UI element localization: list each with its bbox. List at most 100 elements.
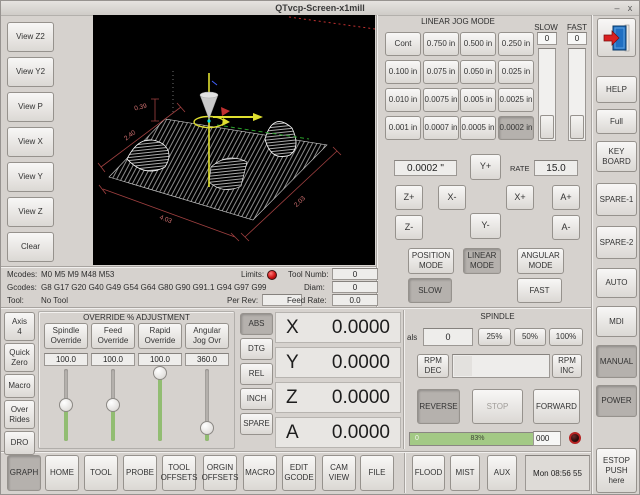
mdi-button[interactable]: MDI <box>596 306 637 337</box>
fast-spinbox[interactable]: 0 <box>567 32 587 45</box>
bottom-tab-orgin-offsets-button[interactable]: ORGIN OFFSETS <box>203 455 237 491</box>
bottom-tab-edit-gcode-button[interactable]: EDIT GCODE <box>282 455 316 491</box>
jog-increment-0-0025-in-button[interactable]: 0.0025 in <box>498 88 534 112</box>
spindle-100-button[interactable]: 100% <box>549 328 583 346</box>
override-spindle-override-button[interactable]: Spindle Override <box>44 323 88 349</box>
dro-tab-rel-button[interactable]: REL <box>240 363 273 385</box>
jog-x-plus-button[interactable]: X+ <box>506 185 534 210</box>
manual-button[interactable]: MANUAL <box>596 345 637 378</box>
slow-slider-label: SLOW <box>530 23 562 32</box>
spindle-25-button[interactable]: 25% <box>478 328 511 346</box>
jog-increment-0-750-in-button[interactable]: 0.750 in <box>423 32 459 56</box>
jog-increment-0-001-in-button[interactable]: 0.001 in <box>385 116 421 140</box>
spindle-reverse-button[interactable]: REVERSE <box>417 389 460 424</box>
jog-increment-0-500-in-button[interactable]: 0.500 in <box>460 32 496 56</box>
jog-increment-0-010-in-button[interactable]: 0.010 in <box>385 88 421 112</box>
separator <box>591 15 593 494</box>
fast-slider-handle[interactable] <box>570 115 584 139</box>
spare-2-button[interactable]: SPARE-2 <box>596 226 637 259</box>
tool-numb-field: 0 <box>332 268 378 280</box>
jog-increment-cont-button[interactable]: Cont <box>385 32 421 56</box>
jog-z-plus-button[interactable]: Z+ <box>395 185 423 210</box>
minimize-button[interactable]: – <box>611 1 623 15</box>
exit-button[interactable] <box>597 18 636 57</box>
side-tab-dro-button[interactable]: DRO <box>4 431 35 455</box>
auto-button[interactable]: AUTO <box>596 268 637 298</box>
jog-increment-0-0007-in-button[interactable]: 0.0007 in <box>423 116 459 140</box>
estop-button[interactable]: ESTOP PUSH here <box>596 448 637 493</box>
spare-1-button[interactable]: SPARE-1 <box>596 183 637 216</box>
jog-speed-fast-button[interactable]: FAST <box>517 278 562 303</box>
override-rapid-override-slider-handle[interactable] <box>153 366 167 380</box>
linear-mode-button[interactable]: LINEAR MODE <box>463 248 501 274</box>
gcode-graphics-view[interactable]: 0.39 2.40 4.03 2.03 <box>93 15 375 265</box>
view-button-view-y2[interactable]: View Y2 <box>7 57 54 87</box>
side-tab-macro-button[interactable]: Macro <box>4 374 35 398</box>
jog-increment-0-0002-in-button[interactable]: 0.0002 in <box>498 116 534 140</box>
override-angular-jog-ovr-button[interactable]: Angular Jog Ovr <box>185 323 229 349</box>
position-mode-button[interactable]: POSITION MODE <box>408 248 454 274</box>
jog-increment-0-0005-in-button[interactable]: 0.0005 in <box>460 116 496 140</box>
view-button-view-p[interactable]: View P <box>7 92 54 122</box>
bottom-tab-file-button[interactable]: FILE <box>360 455 394 491</box>
bottom-tab-cam-view-button[interactable]: CAM VIEW <box>322 455 356 491</box>
dro-tab-spare-button[interactable]: SPARE <box>240 413 273 435</box>
jog-a-plus-button[interactable]: A+ <box>552 185 580 210</box>
jog-y-minus-button[interactable]: Y- <box>470 213 501 239</box>
jog-increment-0-050-in-button[interactable]: 0.050 in <box>460 60 496 84</box>
spindle-stop-button[interactable]: STOP <box>472 389 523 424</box>
mist-button[interactable]: MIST <box>450 455 480 491</box>
spindle-rpm-spinbox[interactable]: 000 <box>533 431 561 446</box>
side-tab-over-rides-button[interactable]: Over Rides <box>4 400 35 429</box>
power-button[interactable]: POWER <box>596 385 637 417</box>
angular-mode-button[interactable]: ANGULAR MODE <box>517 248 564 274</box>
flood-button[interactable]: FLOOD <box>412 455 445 491</box>
bottom-tab-probe-button[interactable]: PROBE <box>123 455 157 491</box>
bottom-tab-macro-button[interactable]: MACRO <box>243 455 277 491</box>
override-rapid-override-button[interactable]: Rapid Override <box>138 323 182 349</box>
bottom-tab-home-button[interactable]: HOME <box>45 455 79 491</box>
jog-increment-0-250-in-button[interactable]: 0.250 in <box>498 32 534 56</box>
bottom-tab-graph-button[interactable]: GRAPH <box>7 455 41 491</box>
jog-increment-0-100-in-button[interactable]: 0.100 in <box>385 60 421 84</box>
full-button[interactable]: Full <box>596 109 637 134</box>
jog-increment-0-025-in-button[interactable]: 0.025 in <box>498 60 534 84</box>
key-board-button[interactable]: KEY BOARD <box>596 141 637 172</box>
view-button-view-y[interactable]: View Y <box>7 162 54 192</box>
jog-increment-0-005-in-button[interactable]: 0.005 in <box>460 88 496 112</box>
jog-increment-0-075-in-button[interactable]: 0.075 in <box>423 60 459 84</box>
jog-increment-0-0075-in-button[interactable]: 0.0075 in <box>423 88 459 112</box>
rpm-inc-button[interactable]: RPM INC <box>552 354 582 378</box>
jog-speed-slow-button[interactable]: SLOW <box>408 278 452 303</box>
help-button[interactable]: HELP <box>596 76 637 103</box>
dro-axis-letter: Z <box>286 387 298 409</box>
override-feed-override-slider-handle[interactable] <box>106 398 120 412</box>
diam-field: 0 <box>332 281 378 293</box>
jog-x-minus-button[interactable]: X- <box>438 185 466 210</box>
view-button-view-x[interactable]: View X <box>7 127 54 157</box>
spindle-forward-button[interactable]: FORWARD <box>533 389 580 424</box>
override-angular-jog-ovr-slider-handle[interactable] <box>200 421 214 435</box>
dro-tab-dtg-button[interactable]: DTG <box>240 338 273 360</box>
slow-slider-handle[interactable] <box>540 115 554 139</box>
bottom-tab-tool-button[interactable]: TOOL <box>84 455 118 491</box>
override-spindle-override-slider-handle[interactable] <box>59 398 73 412</box>
jog-z-minus-button[interactable]: Z- <box>395 215 423 240</box>
side-tab-axis-4-button[interactable]: Axis 4 <box>4 312 35 341</box>
bottom-tab-tool-offsets-button[interactable]: TOOL OFFSETS <box>162 455 196 491</box>
spindle-50-button[interactable]: 50% <box>514 328 546 346</box>
view-button-view-z2[interactable]: View Z2 <box>7 22 54 52</box>
override-feed-override-button[interactable]: Feed Override <box>91 323 135 349</box>
side-tab-quick-zero-button[interactable]: Quick Zero <box>4 343 35 372</box>
dro-tab-inch-button[interactable]: INCH <box>240 388 273 410</box>
rpm-dec-button[interactable]: RPM DEC <box>417 354 449 378</box>
jog-y-plus-button[interactable]: Y+ <box>470 154 501 180</box>
slow-spinbox[interactable]: 0 <box>537 32 557 45</box>
close-button[interactable]: x <box>624 1 636 15</box>
aux-button[interactable]: AUX <box>487 455 517 491</box>
jog-a-minus-button[interactable]: A- <box>552 215 580 240</box>
dro-tab-abs-button[interactable]: ABS <box>240 313 273 335</box>
view-button-clear[interactable]: Clear <box>7 232 54 262</box>
override-feed-override-value: 100.0 <box>91 353 135 366</box>
view-button-view-z[interactable]: View Z <box>7 197 54 227</box>
